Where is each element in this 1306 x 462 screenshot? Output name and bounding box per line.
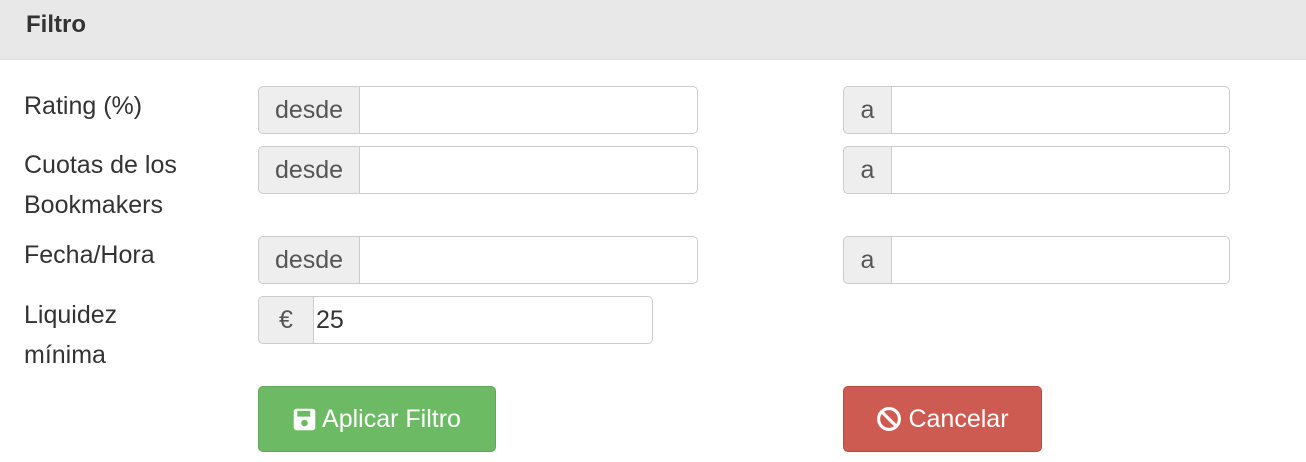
odds-label-line1: Cuotas de los: [24, 151, 177, 179]
odds-from-input[interactable]: [359, 146, 698, 194]
rating-label: Rating (%): [24, 92, 143, 120]
odds-from-addon: desde: [258, 146, 359, 194]
odds-label-line2: Bookmakers: [24, 191, 163, 219]
odds-label: Cuotas de los Bookmakers: [24, 145, 177, 225]
panel-title: Filtro: [26, 11, 86, 38]
datetime-from-input[interactable]: [359, 236, 698, 284]
odds-to-addon: a: [843, 146, 891, 194]
datetime-to-input[interactable]: [891, 236, 1230, 284]
save-icon: [293, 408, 316, 431]
ban-icon: [876, 406, 902, 432]
datetime-from-addon: desde: [258, 236, 359, 284]
cancel-button[interactable]: Cancelar: [843, 386, 1042, 452]
apply-filter-label: Aplicar Filtro: [322, 404, 461, 433]
liquidity-label-line2: mínima: [24, 341, 106, 369]
rating-from-addon: desde: [258, 86, 359, 134]
apply-filter-button[interactable]: Aplicar Filtro: [258, 386, 496, 452]
liquidity-input[interactable]: [313, 296, 653, 344]
euro-addon: €: [258, 296, 313, 344]
datetime-to-addon: a: [843, 236, 891, 284]
liquidity-label: Liquidez mínima: [24, 295, 117, 375]
odds-to-input[interactable]: [891, 146, 1230, 194]
liquidity-label-line1: Liquidez: [24, 301, 118, 329]
cancel-label: Cancelar: [908, 404, 1009, 433]
panel-heading: Filtro: [0, 0, 1306, 60]
datetime-label: Fecha/Hora: [24, 241, 155, 269]
rating-from-input[interactable]: [359, 86, 698, 134]
rating-to-input[interactable]: [891, 86, 1230, 134]
rating-to-addon: a: [843, 86, 891, 134]
